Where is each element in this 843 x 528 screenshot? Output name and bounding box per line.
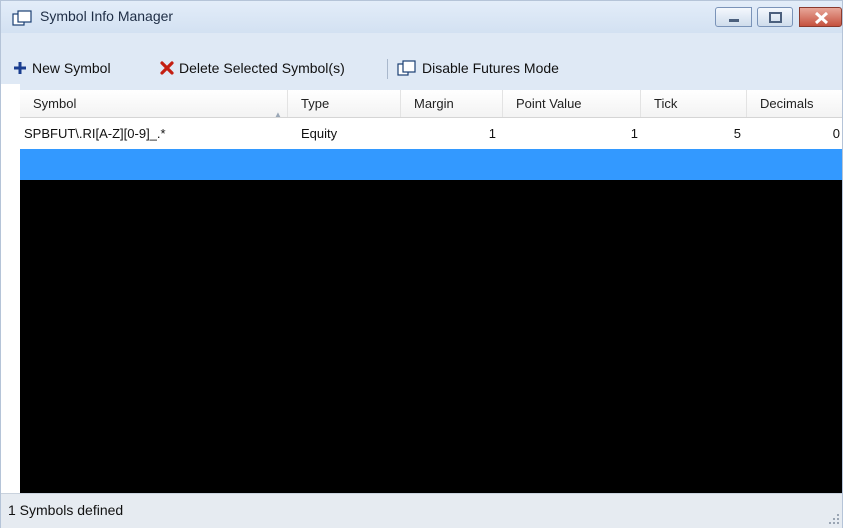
column-header-symbol[interactable]: Symbol ▲: [20, 90, 288, 119]
cell-margin[interactable]: 1: [401, 118, 496, 149]
cell-symbol[interactable]: SPBFUT\.RI[A-Z][0-9]_.*: [24, 118, 166, 149]
minimize-button[interactable]: [715, 7, 752, 27]
new-row-selected[interactable]: [20, 149, 842, 180]
column-header-label: Type: [301, 96, 330, 111]
delete-selected-symbols-label: Delete Selected Symbol(s): [179, 60, 345, 76]
new-symbol-button[interactable]: New Symbol: [13, 57, 111, 79]
disable-futures-mode-label: Disable Futures Mode: [422, 60, 559, 76]
column-header-label: Point Value: [516, 96, 582, 111]
cell-type[interactable]: Equity: [301, 118, 337, 149]
resize-grip-icon[interactable]: [828, 513, 840, 525]
minimize-icon: [729, 19, 739, 22]
column-header-label: Tick: [654, 96, 678, 111]
column-header-margin[interactable]: Margin: [401, 90, 503, 117]
toolbar-separator: [387, 59, 388, 79]
close-button[interactable]: [799, 7, 842, 27]
grid-left-gutter: [1, 84, 20, 493]
maximize-icon: [769, 12, 782, 23]
maximize-button[interactable]: [757, 7, 793, 27]
title-bar[interactable]: Symbol Info Manager: [1, 1, 842, 33]
new-symbol-label: New Symbol: [32, 60, 111, 76]
column-header-type[interactable]: Type: [288, 90, 401, 117]
column-header-label: Decimals: [760, 96, 814, 111]
window-copy-icon: [12, 10, 32, 26]
delete-selected-symbols-button[interactable]: Delete Selected Symbol(s): [160, 57, 345, 79]
status-bar: 1 Symbols defined: [1, 493, 842, 528]
cell-point-value[interactable]: 1: [503, 118, 638, 149]
cell-decimals[interactable]: 0: [747, 118, 840, 149]
column-header-label: Margin: [414, 96, 454, 111]
symbol-info-manager-window: Symbol Info Manager New Symbol Delete Se…: [0, 0, 843, 528]
symbols-grid[interactable]: Symbol ▲ Type Margin Point Value Tick De…: [20, 90, 842, 493]
plus-icon: [14, 62, 26, 74]
table-row[interactable]: SPBFUT\.RI[A-Z][0-9]_.* Equity 1 1 5 0: [20, 118, 842, 149]
grid-header: Symbol ▲ Type Margin Point Value Tick De…: [20, 90, 842, 119]
disable-futures-mode-button[interactable]: Disable Futures Mode: [397, 57, 559, 79]
window-copy-icon: [397, 60, 416, 76]
cell-tick[interactable]: 5: [641, 118, 741, 149]
column-header-point-value[interactable]: Point Value: [503, 90, 641, 117]
close-icon: [814, 11, 829, 25]
status-text: 1 Symbols defined: [8, 502, 124, 518]
window-title: Symbol Info Manager: [40, 8, 174, 24]
column-header-tick[interactable]: Tick: [641, 90, 747, 117]
column-header-decimals[interactable]: Decimals: [747, 90, 842, 117]
column-header-label: Symbol: [33, 96, 77, 111]
delete-x-icon: [160, 61, 174, 75]
toolbar: New Symbol Delete Selected Symbol(s) Dis…: [1, 54, 842, 84]
